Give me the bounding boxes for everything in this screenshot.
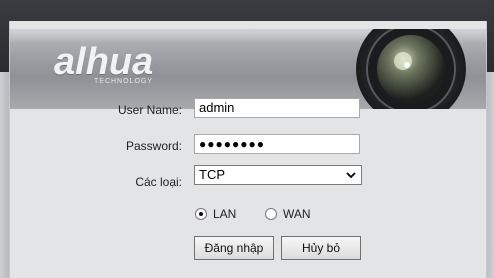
- window-left-edge: [0, 72, 9, 278]
- cancel-button[interactable]: Hủy bỏ: [281, 236, 361, 260]
- wan-label: WAN: [283, 207, 311, 221]
- lan-radio[interactable]: [195, 208, 207, 220]
- username-input[interactable]: admin: [194, 98, 360, 118]
- password-input[interactable]: ●●●●●●●●: [194, 134, 360, 154]
- lan-label: LAN: [213, 207, 237, 221]
- brand-banner: alhua TECHNOLOGY: [10, 29, 486, 109]
- login-button[interactable]: Đăng nhập: [194, 236, 274, 260]
- password-label: Password:: [125, 139, 182, 153]
- wan-radio[interactable]: [265, 208, 277, 220]
- type-select-value: TCP: [199, 167, 225, 182]
- camera-lens-icon: [356, 29, 466, 109]
- logo-tagline: TECHNOLOGY: [94, 78, 154, 85]
- type-select[interactable]: TCP: [194, 165, 362, 185]
- username-label: User Name:: [117, 103, 182, 117]
- type-label: Các loại:: [135, 175, 182, 189]
- chevron-down-icon: [346, 172, 356, 179]
